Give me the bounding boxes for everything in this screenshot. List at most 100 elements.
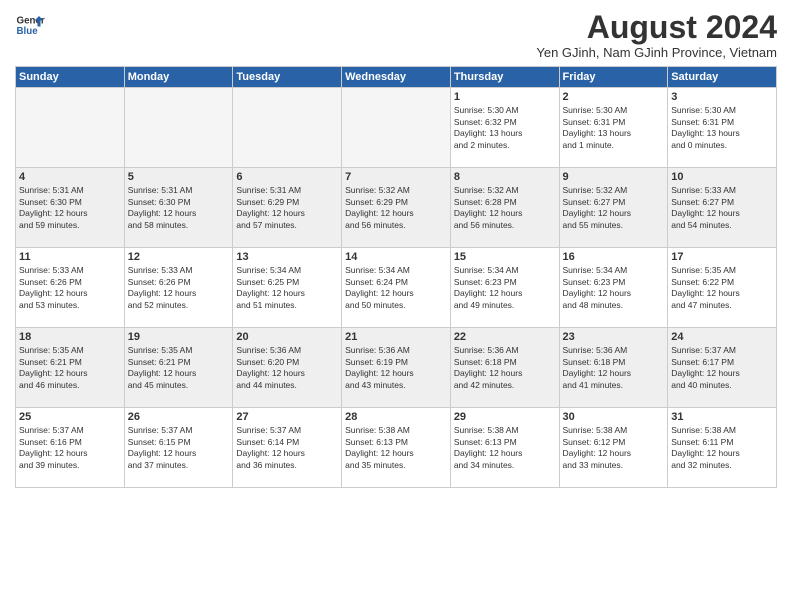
calendar-cell: 25 Sunrise: 5:37 AM Sunset: 6:16 PM Dayli… bbox=[16, 408, 125, 488]
calendar-cell: 6Sunrise: 5:31 AM Sunset: 6:29 PM Daylig… bbox=[233, 168, 342, 248]
day-info: Sunrise: 5:32 AM Sunset: 6:29 PM Dayligh… bbox=[345, 185, 447, 231]
day-info: Sunrise: 5:37 AM Sunset: 6:16 PM Dayligh… bbox=[19, 425, 121, 471]
calendar-cell: 31Sunrise: 5:38 AM Sunset: 6:11 PM Dayli… bbox=[668, 408, 777, 488]
day-number: 5 bbox=[128, 171, 230, 183]
month-title: August 2024 bbox=[536, 10, 777, 45]
day-info: Sunrise: 5:36 AM Sunset: 6:20 PM Dayligh… bbox=[236, 345, 338, 391]
page: General Blue August 2024 Yen GJinh, Nam … bbox=[0, 0, 792, 612]
calendar-cell: 15 Sunrise: 5:34 AM Sunset: 6:23 PM Dayli… bbox=[450, 248, 559, 328]
day-number: 2 bbox=[563, 91, 665, 103]
day-info: Sunrise: 5:30 AM Sunset: 6:31 PM Dayligh… bbox=[563, 105, 665, 151]
calendar-table: Sunday Monday Tuesday Wednesday Thursday… bbox=[15, 66, 777, 488]
calendar-cell: 4 Sunrise: 5:31 AM Sunset: 6:30 PM Daylig… bbox=[16, 168, 125, 248]
day-info: Sunrise: 5:33 AM Sunset: 6:26 PM Dayligh… bbox=[19, 265, 121, 311]
calendar-cell: 17 Sunrise: 5:35 AM Sunset: 6:22 PM Dayli… bbox=[668, 248, 777, 328]
day-number: 12 bbox=[128, 251, 230, 263]
col-monday: Monday bbox=[124, 67, 233, 88]
day-info: Sunrise: 5:30 AM Sunset: 6:32 PM Dayligh… bbox=[454, 105, 556, 151]
day-number: 25 bbox=[19, 411, 121, 423]
day-number: 9 bbox=[563, 171, 665, 183]
day-number: 27 bbox=[236, 411, 338, 423]
calendar-cell bbox=[233, 88, 342, 168]
day-number: 18 bbox=[19, 331, 121, 343]
location-subtitle: Yen GJinh, Nam GJinh Province, Vietnam bbox=[536, 45, 777, 60]
day-info: Sunrise: 5:31 AM Sunset: 6:30 PM Dayligh… bbox=[128, 185, 230, 231]
day-number: 10 bbox=[671, 171, 773, 183]
day-number: 7 bbox=[345, 171, 447, 183]
svg-text:General: General bbox=[17, 16, 46, 27]
col-sunday: Sunday bbox=[16, 67, 125, 88]
day-number: 22 bbox=[454, 331, 556, 343]
day-info: Sunrise: 5:31 AM Sunset: 6:30 PM Dayligh… bbox=[19, 185, 121, 231]
day-number: 14 bbox=[345, 251, 447, 263]
calendar-cell: 1 Sunrise: 5:30 AM Sunset: 6:32 PM Daylig… bbox=[450, 88, 559, 168]
day-info: Sunrise: 5:32 AM Sunset: 6:27 PM Dayligh… bbox=[563, 185, 665, 231]
day-info: Sunrise: 5:34 AM Sunset: 6:25 PM Dayligh… bbox=[236, 265, 338, 311]
day-info: Sunrise: 5:33 AM Sunset: 6:26 PM Dayligh… bbox=[128, 265, 230, 311]
day-info: Sunrise: 5:36 AM Sunset: 6:18 PM Dayligh… bbox=[563, 345, 665, 391]
day-info: Sunrise: 5:34 AM Sunset: 6:24 PM Dayligh… bbox=[345, 265, 447, 311]
calendar-cell: 5 Sunrise: 5:31 AM Sunset: 6:30 PM Daylig… bbox=[124, 168, 233, 248]
header-row: Sunday Monday Tuesday Wednesday Thursday… bbox=[16, 67, 777, 88]
calendar-cell: 20Sunrise: 5:36 AM Sunset: 6:20 PM Dayli… bbox=[233, 328, 342, 408]
calendar-cell: 3 Sunrise: 5:30 AM Sunset: 6:31 PM Daylig… bbox=[668, 88, 777, 168]
calendar-cell: 23 Sunrise: 5:36 AM Sunset: 6:18 PM Dayli… bbox=[559, 328, 668, 408]
day-number: 28 bbox=[345, 411, 447, 423]
calendar-week-4: 18 Sunrise: 5:35 AM Sunset: 6:21 PM Dayli… bbox=[16, 328, 777, 408]
day-info: Sunrise: 5:35 AM Sunset: 6:22 PM Dayligh… bbox=[671, 265, 773, 311]
calendar-cell: 28 Sunrise: 5:38 AM Sunset: 6:13 PM Dayli… bbox=[342, 408, 451, 488]
calendar-cell: 30 Sunrise: 5:38 AM Sunset: 6:12 PM Dayli… bbox=[559, 408, 668, 488]
day-number: 24 bbox=[671, 331, 773, 343]
calendar-cell: 18 Sunrise: 5:35 AM Sunset: 6:21 PM Dayli… bbox=[16, 328, 125, 408]
day-info: Sunrise: 5:35 AM Sunset: 6:21 PM Dayligh… bbox=[128, 345, 230, 391]
col-tuesday: Tuesday bbox=[233, 67, 342, 88]
calendar-cell: 10 Sunrise: 5:33 AM Sunset: 6:27 PM Dayli… bbox=[668, 168, 777, 248]
col-friday: Friday bbox=[559, 67, 668, 88]
day-info: Sunrise: 5:36 AM Sunset: 6:19 PM Dayligh… bbox=[345, 345, 447, 391]
calendar-week-5: 25 Sunrise: 5:37 AM Sunset: 6:16 PM Dayli… bbox=[16, 408, 777, 488]
day-number: 3 bbox=[671, 91, 773, 103]
day-info: Sunrise: 5:38 AM Sunset: 6:13 PM Dayligh… bbox=[454, 425, 556, 471]
calendar-week-1: 1 Sunrise: 5:30 AM Sunset: 6:32 PM Daylig… bbox=[16, 88, 777, 168]
day-info: Sunrise: 5:36 AM Sunset: 6:18 PM Dayligh… bbox=[454, 345, 556, 391]
day-number: 11 bbox=[19, 251, 121, 263]
day-number: 21 bbox=[345, 331, 447, 343]
calendar-cell: 27Sunrise: 5:37 AM Sunset: 6:14 PM Dayli… bbox=[233, 408, 342, 488]
day-number: 1 bbox=[454, 91, 556, 103]
header: General Blue August 2024 Yen GJinh, Nam … bbox=[15, 10, 777, 60]
calendar-cell: 9 Sunrise: 5:32 AM Sunset: 6:27 PM Daylig… bbox=[559, 168, 668, 248]
day-number: 16 bbox=[563, 251, 665, 263]
day-number: 26 bbox=[128, 411, 230, 423]
logo: General Blue bbox=[15, 10, 45, 40]
calendar-cell bbox=[16, 88, 125, 168]
calendar-cell: 11 Sunrise: 5:33 AM Sunset: 6:26 PM Dayli… bbox=[16, 248, 125, 328]
day-number: 30 bbox=[563, 411, 665, 423]
col-wednesday: Wednesday bbox=[342, 67, 451, 88]
svg-text:Blue: Blue bbox=[17, 26, 39, 37]
day-number: 23 bbox=[563, 331, 665, 343]
calendar-cell: 8 Sunrise: 5:32 AM Sunset: 6:28 PM Daylig… bbox=[450, 168, 559, 248]
day-number: 19 bbox=[128, 331, 230, 343]
day-info: Sunrise: 5:38 AM Sunset: 6:12 PM Dayligh… bbox=[563, 425, 665, 471]
day-number: 17 bbox=[671, 251, 773, 263]
calendar-cell: 16Sunrise: 5:34 AM Sunset: 6:23 PM Dayli… bbox=[559, 248, 668, 328]
day-number: 15 bbox=[454, 251, 556, 263]
calendar-week-3: 11 Sunrise: 5:33 AM Sunset: 6:26 PM Dayli… bbox=[16, 248, 777, 328]
day-info: Sunrise: 5:32 AM Sunset: 6:28 PM Dayligh… bbox=[454, 185, 556, 231]
day-number: 8 bbox=[454, 171, 556, 183]
day-number: 29 bbox=[454, 411, 556, 423]
day-info: Sunrise: 5:38 AM Sunset: 6:13 PM Dayligh… bbox=[345, 425, 447, 471]
calendar-cell: 26 Sunrise: 5:37 AM Sunset: 6:15 PM Dayli… bbox=[124, 408, 233, 488]
calendar-week-2: 4 Sunrise: 5:31 AM Sunset: 6:30 PM Daylig… bbox=[16, 168, 777, 248]
day-info: Sunrise: 5:35 AM Sunset: 6:21 PM Dayligh… bbox=[19, 345, 121, 391]
calendar-cell: 29 Sunrise: 5:38 AM Sunset: 6:13 PM Dayli… bbox=[450, 408, 559, 488]
calendar-cell: 24Sunrise: 5:37 AM Sunset: 6:17 PM Dayli… bbox=[668, 328, 777, 408]
calendar-cell: 21 Sunrise: 5:36 AM Sunset: 6:19 PM Dayli… bbox=[342, 328, 451, 408]
day-number: 31 bbox=[671, 411, 773, 423]
day-info: Sunrise: 5:33 AM Sunset: 6:27 PM Dayligh… bbox=[671, 185, 773, 231]
day-info: Sunrise: 5:37 AM Sunset: 6:15 PM Dayligh… bbox=[128, 425, 230, 471]
day-info: Sunrise: 5:34 AM Sunset: 6:23 PM Dayligh… bbox=[454, 265, 556, 311]
calendar-cell bbox=[342, 88, 451, 168]
day-number: 4 bbox=[19, 171, 121, 183]
day-info: Sunrise: 5:30 AM Sunset: 6:31 PM Dayligh… bbox=[671, 105, 773, 151]
